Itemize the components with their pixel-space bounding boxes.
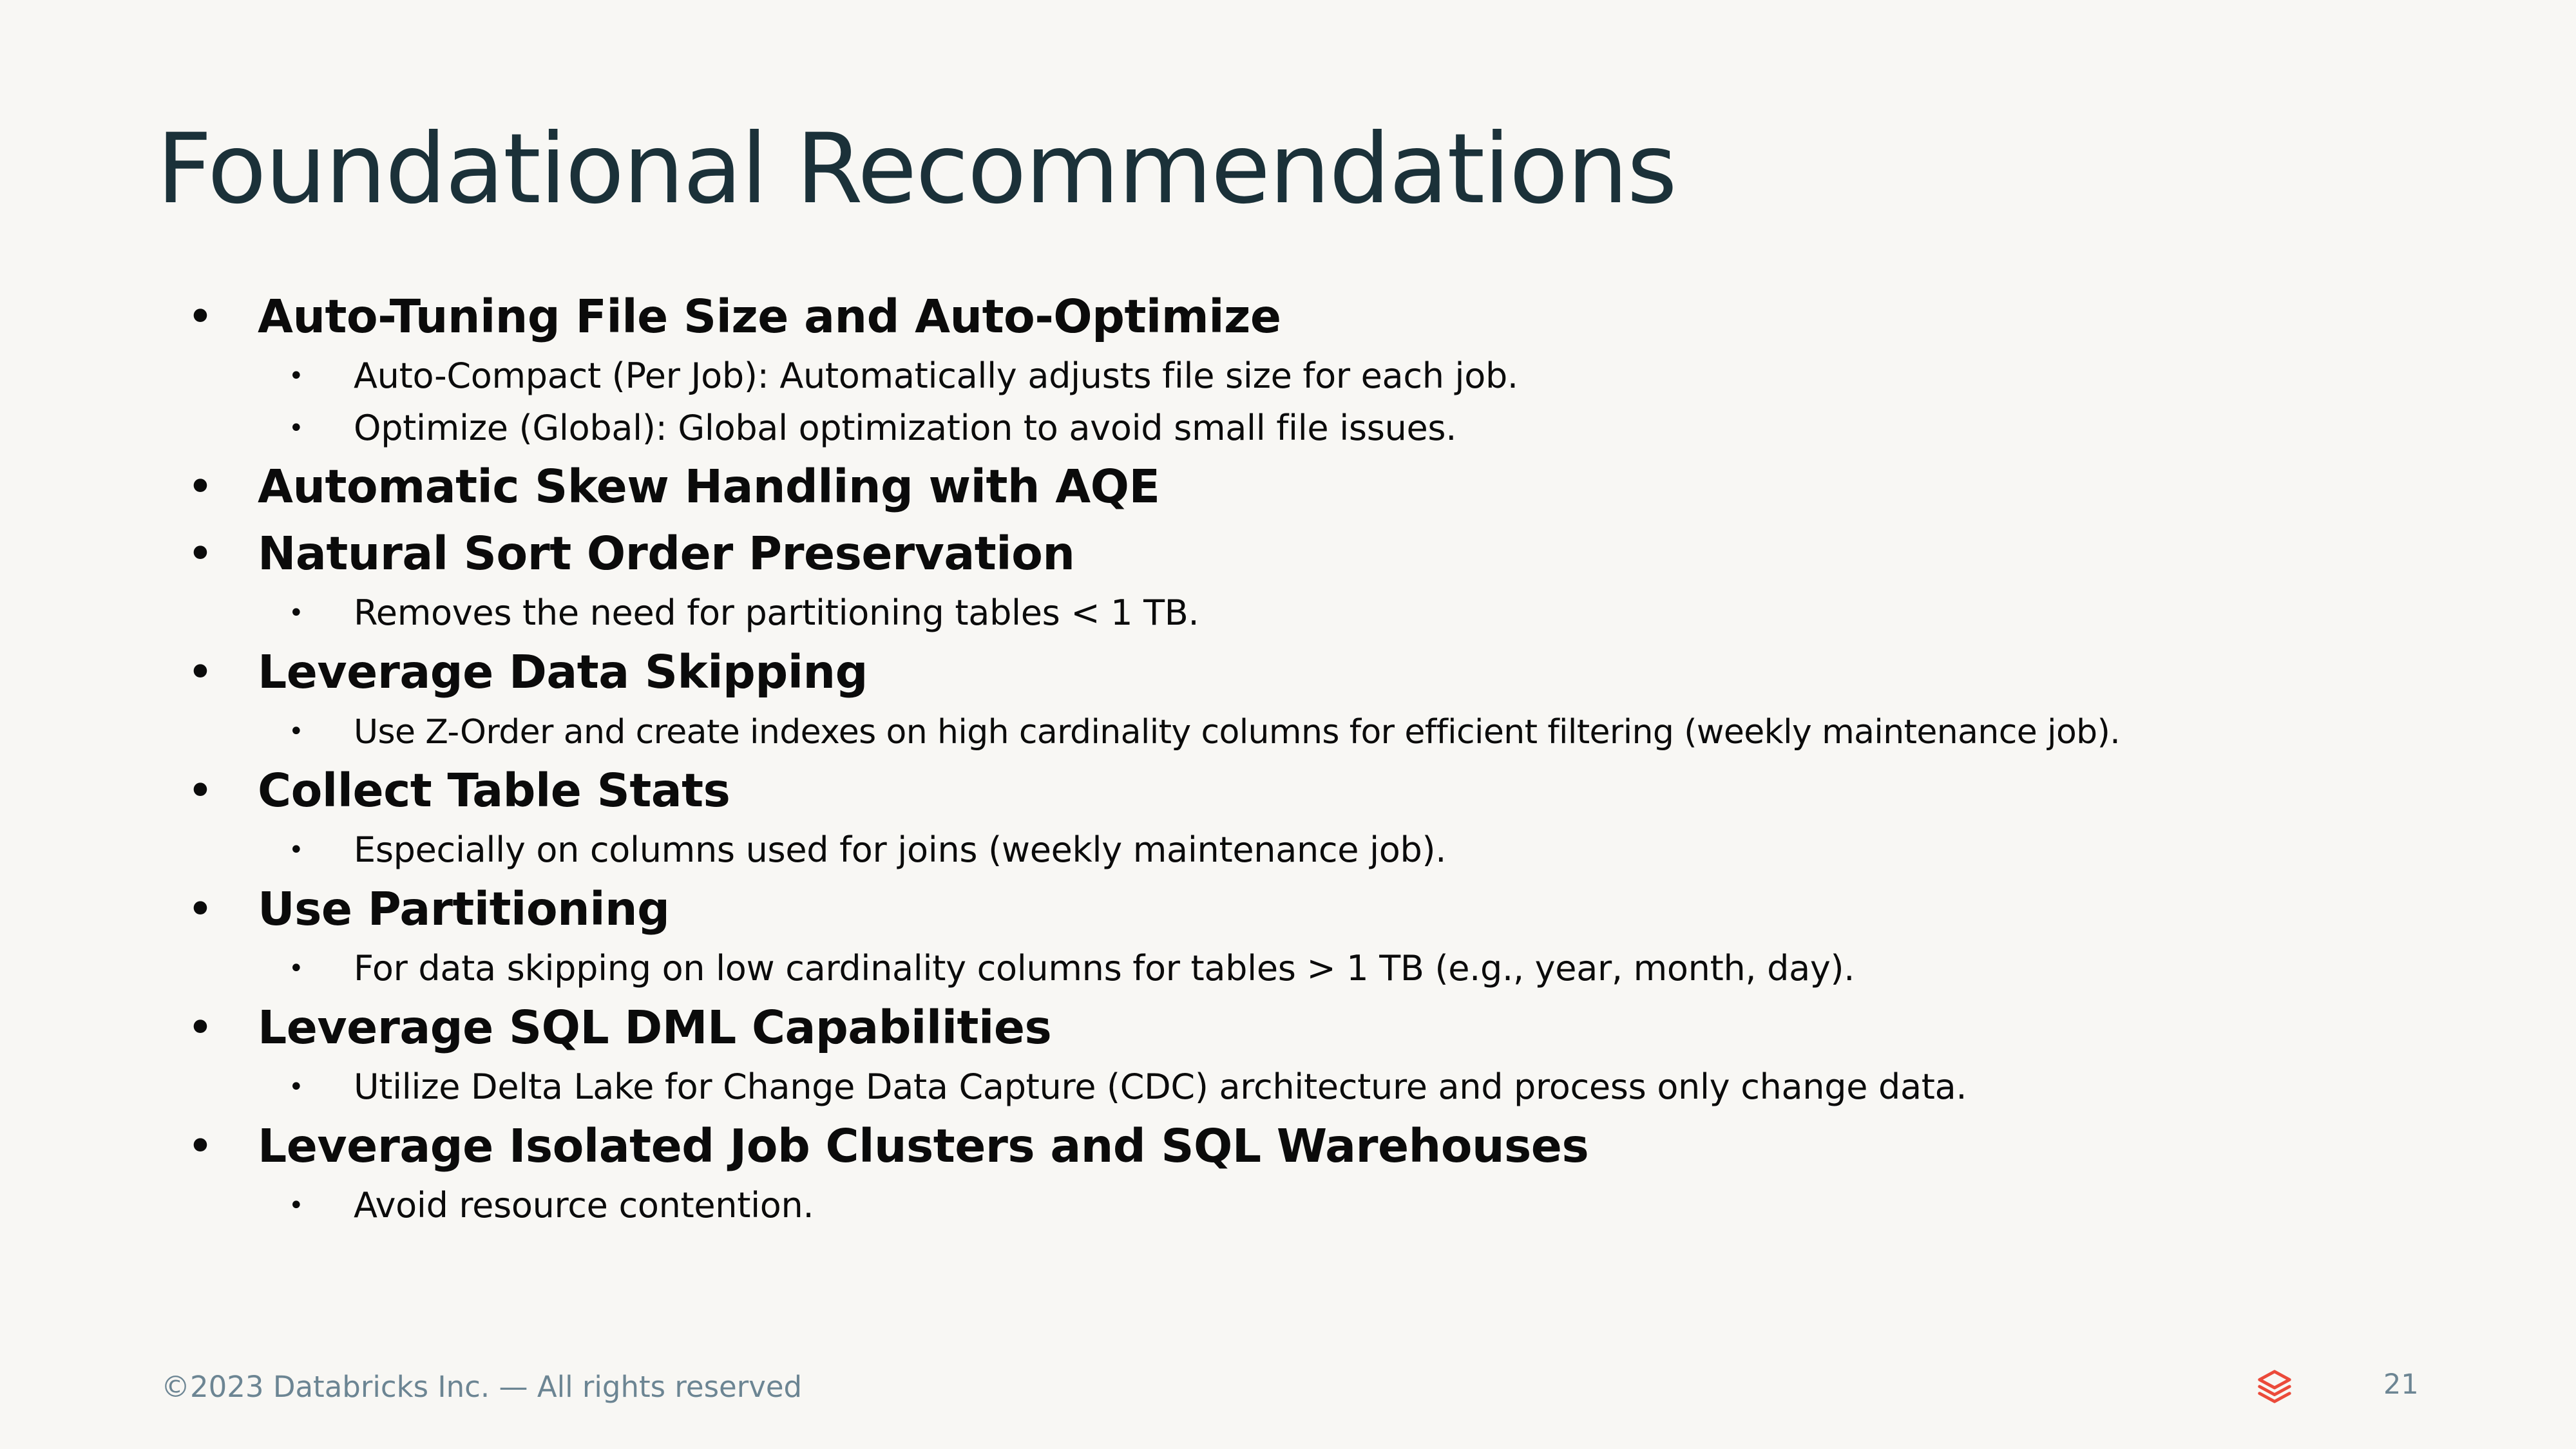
bullet-item: • Collect Table Stats bbox=[187, 761, 730, 820]
bullet-dot: • bbox=[289, 954, 304, 983]
bullet-heading: Leverage SQL DML Capabilities bbox=[258, 1001, 1052, 1054]
sub-bullet-item: • Avoid resource contention. bbox=[289, 1182, 814, 1229]
bullet-dot: • bbox=[289, 413, 304, 443]
bullet-heading: Leverage Isolated Job Clusters and SQL W… bbox=[258, 1119, 1589, 1173]
bullet-list: • Auto-Tuning File Size and Auto-Optimiz… bbox=[0, 0, 2576, 1449]
bullet-heading: Automatic Skew Handling with AQE bbox=[258, 460, 1160, 513]
page-number: 21 bbox=[2383, 1368, 2419, 1401]
bullet-dot: • bbox=[289, 835, 304, 865]
bullet-item: • Automatic Skew Handling with AQE bbox=[187, 457, 1160, 516]
sub-bullet-item: • Removes the need for partitioning tabl… bbox=[289, 590, 1199, 636]
bullet-item: • Natural Sort Order Preservation bbox=[187, 524, 1075, 583]
bullet-heading: Leverage Data Skipping bbox=[258, 645, 868, 699]
bullet-heading: Collect Table Stats bbox=[258, 764, 730, 817]
bullet-item: • Leverage SQL DML Capabilities bbox=[187, 998, 1052, 1057]
bullet-item: • Leverage Data Skipping bbox=[187, 643, 868, 702]
sub-bullet-text: Use Z-Order and create indexes on high c… bbox=[354, 713, 2121, 752]
sub-bullet-text: Removes the need for partitioning tables… bbox=[354, 592, 1199, 633]
sub-bullet-text: For data skipping on low cardinality col… bbox=[354, 948, 1855, 989]
sub-bullet-item: • Utilize Delta Lake for Change Data Cap… bbox=[289, 1064, 1967, 1110]
bullet-dot: • bbox=[187, 645, 214, 699]
bullet-item: • Leverage Isolated Job Clusters and SQL… bbox=[187, 1117, 1589, 1176]
bullet-heading: Use Partitioning bbox=[258, 882, 670, 936]
copyright-notice: ©2023 Databricks Inc. — All rights reser… bbox=[161, 1370, 803, 1404]
bullet-dot: • bbox=[289, 361, 304, 391]
databricks-logo-icon bbox=[2258, 1370, 2291, 1403]
bullet-dot: • bbox=[289, 717, 304, 746]
sub-bullet-text: Avoid resource contention. bbox=[354, 1185, 814, 1226]
bullet-item: • Auto-Tuning File Size and Auto-Optimiz… bbox=[187, 287, 1281, 346]
bullet-dot: • bbox=[187, 764, 214, 817]
bullet-dot: • bbox=[187, 1001, 214, 1054]
bullet-dot: • bbox=[289, 598, 304, 628]
sub-bullet-text: Auto-Compact (Per Job): Automatically ad… bbox=[354, 355, 1518, 396]
sub-bullet-item: • For data skipping on low cardinality c… bbox=[289, 945, 1855, 992]
bullet-heading: Natural Sort Order Preservation bbox=[258, 527, 1075, 580]
sub-bullet-text: Optimize (Global): Global optimization t… bbox=[354, 408, 1457, 448]
bullet-dot: • bbox=[187, 1119, 214, 1173]
bullet-dot: • bbox=[187, 882, 214, 936]
sub-bullet-item: • Auto-Compact (Per Job): Automatically … bbox=[289, 353, 1518, 399]
sub-bullet-text: Especially on columns used for joins (we… bbox=[354, 829, 1447, 870]
bullet-dot: • bbox=[187, 527, 214, 580]
bullet-heading: Auto-Tuning File Size and Auto-Optimize bbox=[258, 290, 1281, 343]
sub-bullet-item: • Optimize (Global): Global optimization… bbox=[289, 405, 1457, 451]
bullet-dot: • bbox=[187, 460, 214, 513]
bullet-dot: • bbox=[289, 1072, 304, 1102]
bullet-dot: • bbox=[289, 1191, 304, 1220]
sub-bullet-item: • Use Z-Order and create indexes on high… bbox=[289, 708, 2121, 755]
bullet-dot: • bbox=[187, 290, 214, 343]
bullet-item: • Use Partitioning bbox=[187, 880, 670, 939]
sub-bullet-text: Utilize Delta Lake for Change Data Captu… bbox=[354, 1066, 1967, 1107]
sub-bullet-item: • Especially on columns used for joins (… bbox=[289, 827, 1447, 873]
